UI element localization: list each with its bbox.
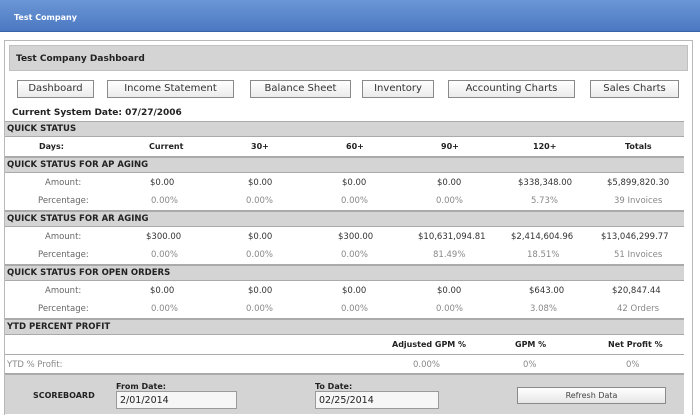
quick-status-section: QUICK STATUS	[5, 121, 684, 137]
dashboard-button[interactable]: Dashboard	[17, 80, 94, 98]
app-title: Test Company	[14, 13, 77, 22]
ar-amount-label: Amount:	[45, 232, 82, 242]
inventory-button[interactable]: Inventory	[362, 80, 434, 98]
sales-charts-button[interactable]: Sales Charts	[590, 80, 679, 98]
orders-amount-30: $0.00	[248, 286, 273, 296]
ar-aging-title: QUICK STATUS FOR AR AGING	[7, 214, 149, 224]
ytd-row: YTD % Profit: 0.00% 0% 0%	[5, 355, 684, 374]
ytd-columns: Adjusted GPM % GPM % Net Profit %	[5, 335, 684, 355]
col-30: 30+	[251, 142, 269, 151]
orders-pct-current: 0.00%	[151, 304, 179, 314]
orders-percentage-label: Percentage:	[38, 304, 89, 314]
ap-amount-90: $0.00	[437, 178, 462, 188]
ytd-profit-title: YTD PERCENT PROFIT	[7, 322, 111, 332]
ar-amount-60: $300.00	[338, 232, 374, 242]
ap-aging-section: QUICK STATUS FOR AP AGING	[5, 157, 684, 173]
ar-percentage-label: Percentage:	[38, 250, 89, 260]
col-totals: Totals	[625, 142, 652, 151]
income-statement-button[interactable]: Income Statement	[107, 80, 234, 98]
ar-invoices: 51 Invoices	[614, 250, 663, 260]
from-date-input[interactable]	[116, 391, 237, 409]
ap-amount-label: Amount:	[45, 178, 82, 188]
accounting-charts-button[interactable]: Accounting Charts	[448, 80, 575, 98]
open-orders-title: QUICK STATUS FOR OPEN ORDERS	[7, 268, 171, 278]
ar-amount-90: $10,631,094.81	[418, 232, 486, 242]
scoreboard-title: SCOREBOARD	[33, 391, 95, 400]
ytd-gpm-value: 0%	[523, 360, 537, 370]
ytd-adjusted-gpm-value: 0.00%	[413, 360, 441, 370]
quick-status-columns: Days: Current 30+ 60+ 90+ 120+ Totals	[5, 137, 684, 157]
ytd-profit-section: YTD PERCENT PROFIT	[5, 319, 684, 335]
ap-pct-120: 5.73%	[531, 196, 559, 206]
ar-amount-120: $2,414,604.96	[511, 232, 574, 242]
ap-pct-30: 0.00%	[246, 196, 274, 206]
ar-pct-30: 0.00%	[246, 250, 274, 260]
ar-pct-90: 81.49%	[433, 250, 466, 260]
from-date-label: From Date:	[116, 382, 167, 391]
balance-sheet-button[interactable]: Balance Sheet	[250, 80, 351, 98]
ar-pct-60: 0.00%	[341, 250, 369, 260]
col-60: 60+	[346, 142, 364, 151]
orders-pct-90: 0.00%	[436, 304, 464, 314]
system-date-line: Current System Date: 07/27/2006	[10, 106, 689, 120]
ap-percentage-label: Percentage:	[38, 196, 89, 206]
orders-amount-120: $643.00	[529, 286, 565, 296]
orders-count: 42 Orders	[617, 304, 660, 314]
ap-pct-60: 0.00%	[341, 196, 369, 206]
orders-amount-total: $20,847.44	[612, 286, 661, 296]
ar-pct-current: 0.00%	[151, 250, 179, 260]
col-net-profit: Net Profit %	[608, 340, 663, 349]
ap-aging-table: Amount: $0.00 $0.00 $0.00 $0.00 $338,348…	[5, 173, 684, 211]
ap-amount-30: $0.00	[248, 178, 273, 188]
ar-amount-total: $13,046,299.77	[601, 232, 669, 242]
orders-amount-current: $0.00	[150, 286, 175, 296]
orders-pct-120: 3.08%	[530, 304, 558, 314]
ap-invoices: 39 Invoices	[614, 196, 663, 206]
ytd-profit-label: YTD % Profit:	[7, 360, 63, 370]
ap-amount-120: $338,348.00	[518, 178, 573, 188]
col-gpm: GPM %	[515, 340, 547, 349]
ar-amount-current: $300.00	[146, 232, 182, 242]
ap-amount-60: $0.00	[342, 178, 367, 188]
system-date: Current System Date: 07/27/2006	[12, 108, 182, 118]
to-date-input[interactable]	[315, 391, 439, 409]
ytd-net-profit-value: 0%	[626, 360, 640, 370]
col-adjusted-gpm: Adjusted GPM %	[392, 340, 467, 349]
open-orders-table: Amount: $0.00 $0.00 $0.00 $0.00 $643.00 …	[5, 281, 684, 319]
dashboard-title: Test Company Dashboard	[16, 54, 145, 64]
ap-amount-current: $0.00	[150, 178, 175, 188]
orders-amount-60: $0.00	[342, 286, 367, 296]
open-orders-section: QUICK STATUS FOR OPEN ORDERS	[5, 265, 684, 281]
col-120: 120+	[533, 142, 557, 151]
orders-amount-90: $0.00	[437, 286, 462, 296]
ap-pct-90: 0.00%	[436, 196, 464, 206]
ap-aging-title: QUICK STATUS FOR AP AGING	[7, 160, 149, 170]
quick-status-title: QUICK STATUS	[7, 124, 77, 134]
ar-pct-120: 18.51%	[527, 250, 560, 260]
col-90: 90+	[441, 142, 459, 151]
ar-aging-table: Amount: $300.00 $0.00 $300.00 $10,631,09…	[5, 227, 684, 265]
ar-aging-section: QUICK STATUS FOR AR AGING	[5, 211, 684, 227]
dashboard-header: Test Company Dashboard	[9, 45, 688, 71]
refresh-data-button[interactable]: Refresh Data	[517, 387, 666, 404]
orders-pct-60: 0.00%	[341, 304, 369, 314]
ap-amount-total: $5,899,820.30	[607, 178, 670, 188]
scoreboard-bar: SCOREBOARD From Date: To Date: Refresh D…	[5, 374, 684, 414]
ap-pct-current: 0.00%	[151, 196, 179, 206]
col-days: Days:	[39, 142, 64, 151]
to-date-label: To Date:	[315, 382, 353, 391]
orders-amount-label: Amount:	[45, 286, 82, 296]
ar-amount-30: $0.00	[248, 232, 273, 242]
orders-pct-30: 0.00%	[246, 304, 274, 314]
col-current: Current	[149, 142, 184, 151]
app-title-bar: Test Company	[0, 0, 700, 32]
